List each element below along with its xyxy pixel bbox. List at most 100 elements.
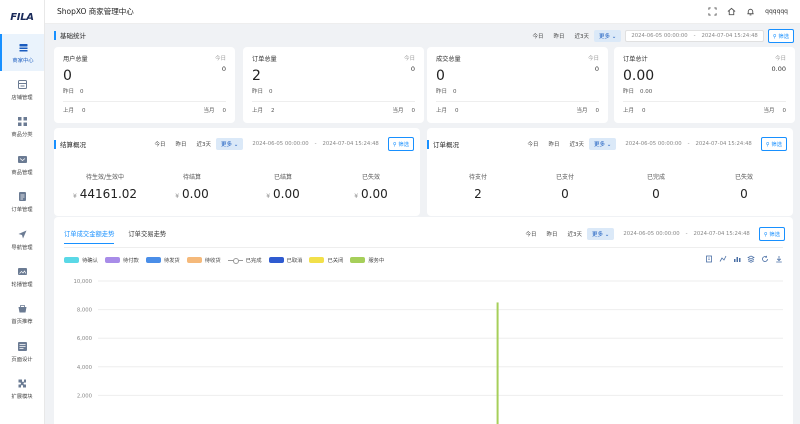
stat-period-tag: 今日 [214, 56, 226, 62]
filter-yesterday[interactable]: 昨日 [543, 138, 564, 150]
summary-value: ¥0.00 [175, 187, 209, 201]
date-range-picker[interactable]: 2024-06-05 00:00:00-2024-07-04 15:24:48 [247, 139, 383, 149]
panel-title: 订单概况 [433, 141, 459, 149]
shop-icon [17, 80, 27, 90]
sidebar-item[interactable]: 商品分类 [0, 109, 44, 146]
filter-yesterday[interactable]: 昨日 [170, 138, 191, 150]
end-date: 2024-07-04 15:24:48 [701, 33, 758, 39]
apply-filter-button[interactable]: ⚲ 筛选 [387, 137, 414, 151]
legend-swatch [145, 257, 161, 263]
summary-label: 待支付 [468, 174, 487, 181]
filter-yesterday[interactable]: 昨日 [548, 30, 569, 42]
filter-today[interactable]: 今日 [149, 138, 170, 150]
carousel-icon [17, 268, 27, 276]
home-icon[interactable] [727, 7, 736, 16]
sidebar-item[interactable]: 商品管理 [0, 146, 44, 183]
apply-filter-button[interactable]: ⚲ 筛选 [767, 29, 794, 43]
chart-tab[interactable]: 订单成交金额走势 [64, 229, 115, 244]
data-bar[interactable] [496, 302, 499, 424]
stat-card: 成交总量 今日 0 0 昨日 0 上月 0 当月 0 [427, 47, 608, 123]
stack-icon[interactable] [747, 255, 755, 263]
legend-item[interactable]: 服务中 [350, 256, 384, 264]
legend-label: 已关闭 [327, 258, 344, 264]
filter-yesterday[interactable]: 昨日 [541, 228, 562, 240]
sidebar-item-label: 店铺管理 [11, 95, 33, 102]
basic-stats-header: 基础统计 [54, 30, 86, 40]
sidebar-item[interactable]: 导航管理 [0, 221, 44, 258]
y-tick-label: 10,000 [73, 279, 92, 285]
sidebar-item[interactable]: 首页推荐 [0, 296, 44, 333]
sidebar-item-label: 商品管理 [11, 169, 33, 176]
summary-value: ¥0.00 [354, 187, 388, 201]
download-icon[interactable] [775, 255, 783, 263]
filter-last3[interactable]: 近3天 [564, 138, 589, 150]
trend-chart-card: 订单成交金额走势 订单交易走势 今日 昨日 近3天 更多 ⌄ 2024-06-05… [54, 217, 793, 424]
top-header: ShopXO 商家管理中心 qqqqqq [45, 0, 800, 24]
line-switch-icon[interactable] [719, 255, 727, 263]
filter-last3[interactable]: 近3天 [191, 138, 216, 150]
stat-total: 0 [63, 68, 72, 84]
summary-label: 待生效/生效中 [85, 174, 125, 181]
filter-last3[interactable]: 近3天 [562, 228, 587, 240]
filter-last3[interactable]: 近3天 [569, 30, 594, 42]
filter-more[interactable]: 更多 ⌄ [593, 30, 622, 42]
app-logo[interactable]: FILA [0, 0, 44, 34]
apply-filter-button[interactable]: ⚲ 筛选 [758, 227, 785, 241]
date-range-picker[interactable]: 2024-06-05 00:00:00-2024-07-04 15:24:48 [618, 229, 754, 239]
legend-swatch [350, 257, 366, 263]
stat-last-month: 上月 0 [436, 108, 459, 114]
category-icon [17, 117, 27, 127]
legend-item[interactable]: 待确认 [64, 256, 98, 264]
stat-yesterday: 昨日 0.00 [623, 89, 653, 95]
summary-column: 待生效/生效中 ¥44161.02 [60, 172, 150, 201]
stat-total: 2 [252, 68, 261, 84]
legend-swatch [186, 257, 202, 263]
apply-filter-button[interactable]: ⚲ 筛选 [760, 137, 787, 151]
sidebar-item[interactable]: 商家中心 [0, 34, 44, 72]
filter-today[interactable]: 今日 [520, 228, 541, 240]
stat-this-month: 当月 0 [203, 108, 226, 114]
legend-item[interactable]: 待收货 [186, 256, 221, 264]
summary-column: 待结算 ¥0.00 [147, 172, 237, 201]
legend-item[interactable]: 已关闭 [309, 256, 343, 264]
sidebar: FILA 商家中心 店铺管理 商品分类 商品管理 订单管理 导航管理 轮播管理 … [0, 0, 45, 424]
sidebar-item[interactable]: 扩展模块 [0, 371, 44, 408]
filter-today[interactable]: 今日 [522, 138, 543, 150]
restore-icon[interactable] [761, 255, 769, 263]
page-title: ShopXO 商家管理中心 [57, 7, 134, 16]
user-name[interactable]: qqqqqq [765, 8, 788, 15]
date-range-picker[interactable]: 2024-06-05 00:00:00 - 2024-07-04 15:24:4… [625, 30, 764, 42]
legend-item[interactable]: 已取消 [268, 256, 303, 264]
stat-today: 0.00 [771, 65, 786, 73]
fullscreen-icon[interactable] [708, 7, 717, 16]
stat-total: 0.00 [623, 68, 655, 84]
summary-column: 已失效 0 [699, 172, 789, 201]
filter-more[interactable]: 更多 ⌄ [588, 138, 617, 150]
sidebar-item[interactable]: 店铺管理 [0, 71, 44, 108]
sidebar-item-label: 订单管理 [11, 207, 33, 214]
data-view-icon[interactable] [705, 255, 713, 263]
y-tick-label: 8,000 [77, 308, 93, 314]
summary-label: 已结算 [273, 174, 292, 181]
legend-label: 已取消 [286, 258, 303, 264]
date-range-picker[interactable]: 2024-06-05 00:00:00-2024-07-04 15:24:48 [620, 139, 756, 149]
summary-value: ¥0.00 [266, 187, 300, 201]
bar-switch-icon[interactable] [733, 255, 741, 263]
legend-item[interactable]: 待发货 [145, 256, 180, 264]
sidebar-item[interactable]: 轮播管理 [0, 258, 44, 295]
sidebar-item-label: 轮播管理 [11, 282, 33, 289]
sidebar-item[interactable]: 订单管理 [0, 184, 44, 221]
summary-column: 已完成 0 [611, 172, 701, 201]
legend-item[interactable]: 待付款 [104, 256, 139, 264]
filter-more[interactable]: 更多 ⌄ [215, 138, 244, 150]
order-icon [18, 192, 26, 202]
filter-today[interactable]: 今日 [527, 30, 548, 42]
basic-stats-filter: 今日 昨日 近3天 更多 ⌄ 2024-06-05 00:00:00 - 202… [527, 29, 794, 43]
legend-item[interactable]: 已完成 [227, 256, 262, 264]
bell-icon[interactable] [746, 7, 755, 16]
summary-label: 已完成 [646, 174, 665, 181]
filter-more[interactable]: 更多 ⌄ [586, 228, 615, 240]
stat-period-tag: 今日 [587, 56, 599, 62]
chart-tab[interactable]: 订单交易走势 [128, 229, 166, 244]
sidebar-item[interactable]: 页面设计 [0, 333, 44, 370]
